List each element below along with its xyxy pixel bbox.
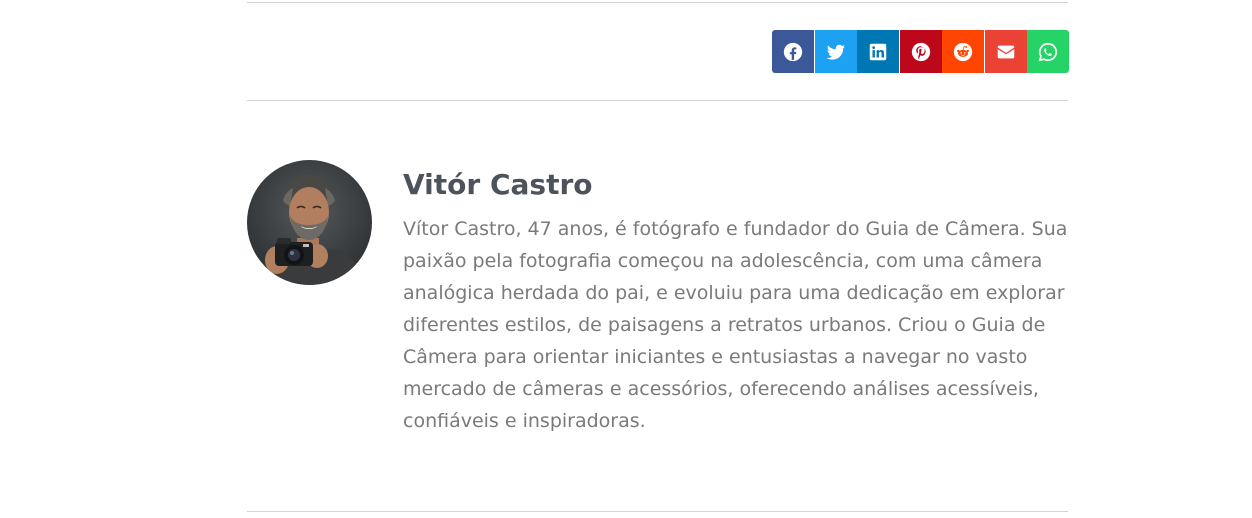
reddit-icon	[953, 42, 973, 61]
pinterest-icon	[911, 42, 930, 61]
page: Vitór Castro Vítor Castro, 47 anos, é fo…	[0, 0, 1252, 518]
author-name: Vitór Castro	[403, 168, 593, 201]
top-divider	[247, 2, 1068, 3]
middle-divider	[247, 100, 1068, 101]
share-whatsapp-button[interactable]	[1027, 30, 1069, 73]
envelope-icon	[997, 45, 1014, 58]
twitter-icon	[826, 44, 845, 60]
share-email-button[interactable]	[984, 30, 1027, 73]
share-pinterest-button[interactable]	[899, 30, 942, 73]
author-photo	[247, 160, 372, 285]
share-bar	[772, 30, 1069, 73]
share-twitter-button[interactable]	[814, 30, 857, 73]
linkedin-icon	[869, 43, 887, 60]
share-facebook-button[interactable]	[772, 30, 814, 73]
author-bio: Vítor Castro, 47 anos, é fotógrafo e fun…	[403, 218, 1068, 432]
facebook-icon	[783, 42, 803, 61]
whatsapp-icon	[1038, 42, 1058, 61]
share-reddit-button[interactable]	[942, 30, 984, 73]
author-avatar	[247, 160, 372, 285]
bottom-divider	[247, 511, 1068, 512]
share-linkedin-button[interactable]	[857, 30, 899, 73]
